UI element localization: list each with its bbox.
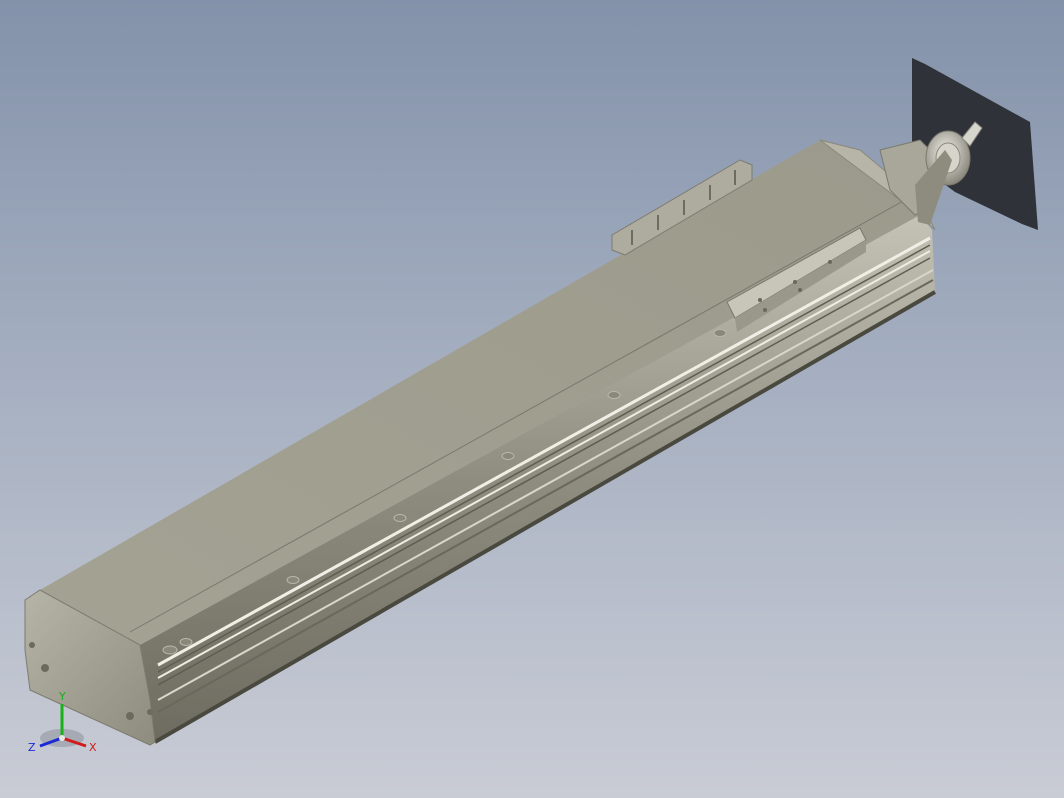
triad-y-label: Y	[58, 690, 66, 703]
triad-origin	[59, 735, 65, 741]
end-plate-hole	[126, 712, 134, 720]
top-seam	[129, 199, 906, 633]
3d-viewport[interactable]: Y X Z	[0, 0, 1064, 798]
end-plate-hole	[147, 709, 153, 715]
triad-z-label: Z	[28, 741, 36, 754]
triad-x-label: X	[89, 741, 97, 754]
actuator-top-face[interactable]	[40, 140, 920, 645]
end-plate-hole	[29, 642, 35, 648]
cad-scene[interactable]: Y X Z	[0, 0, 1064, 798]
end-plate-hole	[41, 664, 49, 672]
